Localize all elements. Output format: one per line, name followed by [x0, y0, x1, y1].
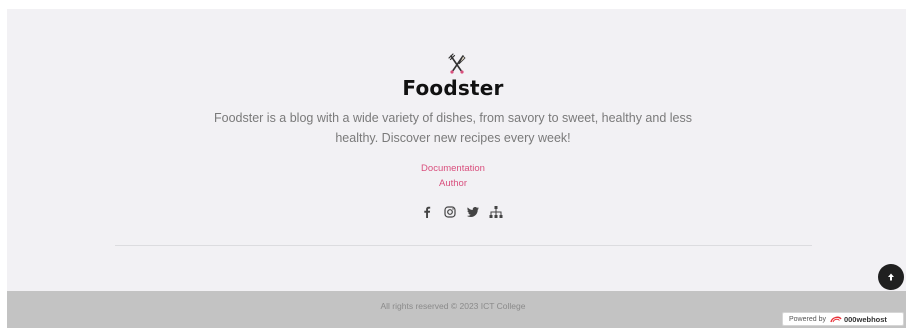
fork-knife-icon — [448, 53, 466, 74]
footer-divider — [115, 245, 812, 246]
documentation-link[interactable]: Documentation — [0, 163, 906, 174]
brand-description: Foodster is a blog with a wide variety o… — [213, 111, 692, 145]
back-to-top-button[interactable] — [878, 264, 904, 290]
footer-main — [7, 9, 906, 291]
sitemap-icon[interactable] — [489, 205, 503, 219]
author-link[interactable]: Author — [0, 178, 906, 189]
twitter-icon[interactable] — [466, 205, 480, 219]
powered-by-badge[interactable]: Powered by 000webhost — [782, 312, 904, 326]
copyright-text: All rights reserved © 2023 ICT College — [380, 301, 526, 311]
arrow-up-icon — [888, 273, 894, 281]
social-links — [420, 205, 512, 219]
brand-title: Foodster — [402, 76, 504, 100]
instagram-icon[interactable] — [443, 205, 457, 219]
webhost-name: 000webhost — [843, 314, 887, 324]
facebook-icon[interactable] — [420, 205, 434, 219]
webhost-logo-icon — [830, 316, 842, 323]
powered-by-label: Powered by — [789, 315, 826, 323]
